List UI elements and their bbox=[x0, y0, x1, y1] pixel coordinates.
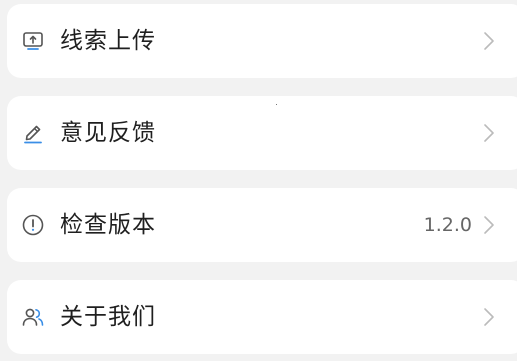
chevron-right-icon bbox=[483, 307, 495, 327]
users-icon bbox=[21, 305, 45, 329]
exclamation-circle-icon bbox=[21, 213, 45, 237]
chevron-right-icon bbox=[483, 31, 495, 51]
menu-item-label: 关于我们 bbox=[60, 304, 156, 330]
menu-item-check-version[interactable]: 检查版本 1.2.0 bbox=[7, 188, 517, 262]
upload-screen-icon bbox=[21, 29, 45, 53]
menu-item-feedback[interactable]: 意见反馈 bbox=[7, 96, 517, 170]
settings-menu: 线索上传 意见反馈 检查版本 1.2.0 关于我们 bbox=[0, 0, 517, 361]
pencil-edit-icon bbox=[21, 121, 45, 145]
menu-item-label: 意见反馈 bbox=[60, 120, 156, 146]
chevron-right-icon bbox=[483, 215, 495, 235]
menu-item-about-us[interactable]: 关于我们 bbox=[7, 280, 517, 354]
chevron-right-icon bbox=[483, 123, 495, 143]
menu-item-label: 检查版本 bbox=[60, 212, 156, 238]
version-number: 1.2.0 bbox=[423, 214, 472, 236]
menu-item-clue-upload[interactable]: 线索上传 bbox=[7, 4, 517, 78]
decorative-speck bbox=[276, 104, 277, 105]
menu-item-label: 线索上传 bbox=[60, 28, 156, 54]
